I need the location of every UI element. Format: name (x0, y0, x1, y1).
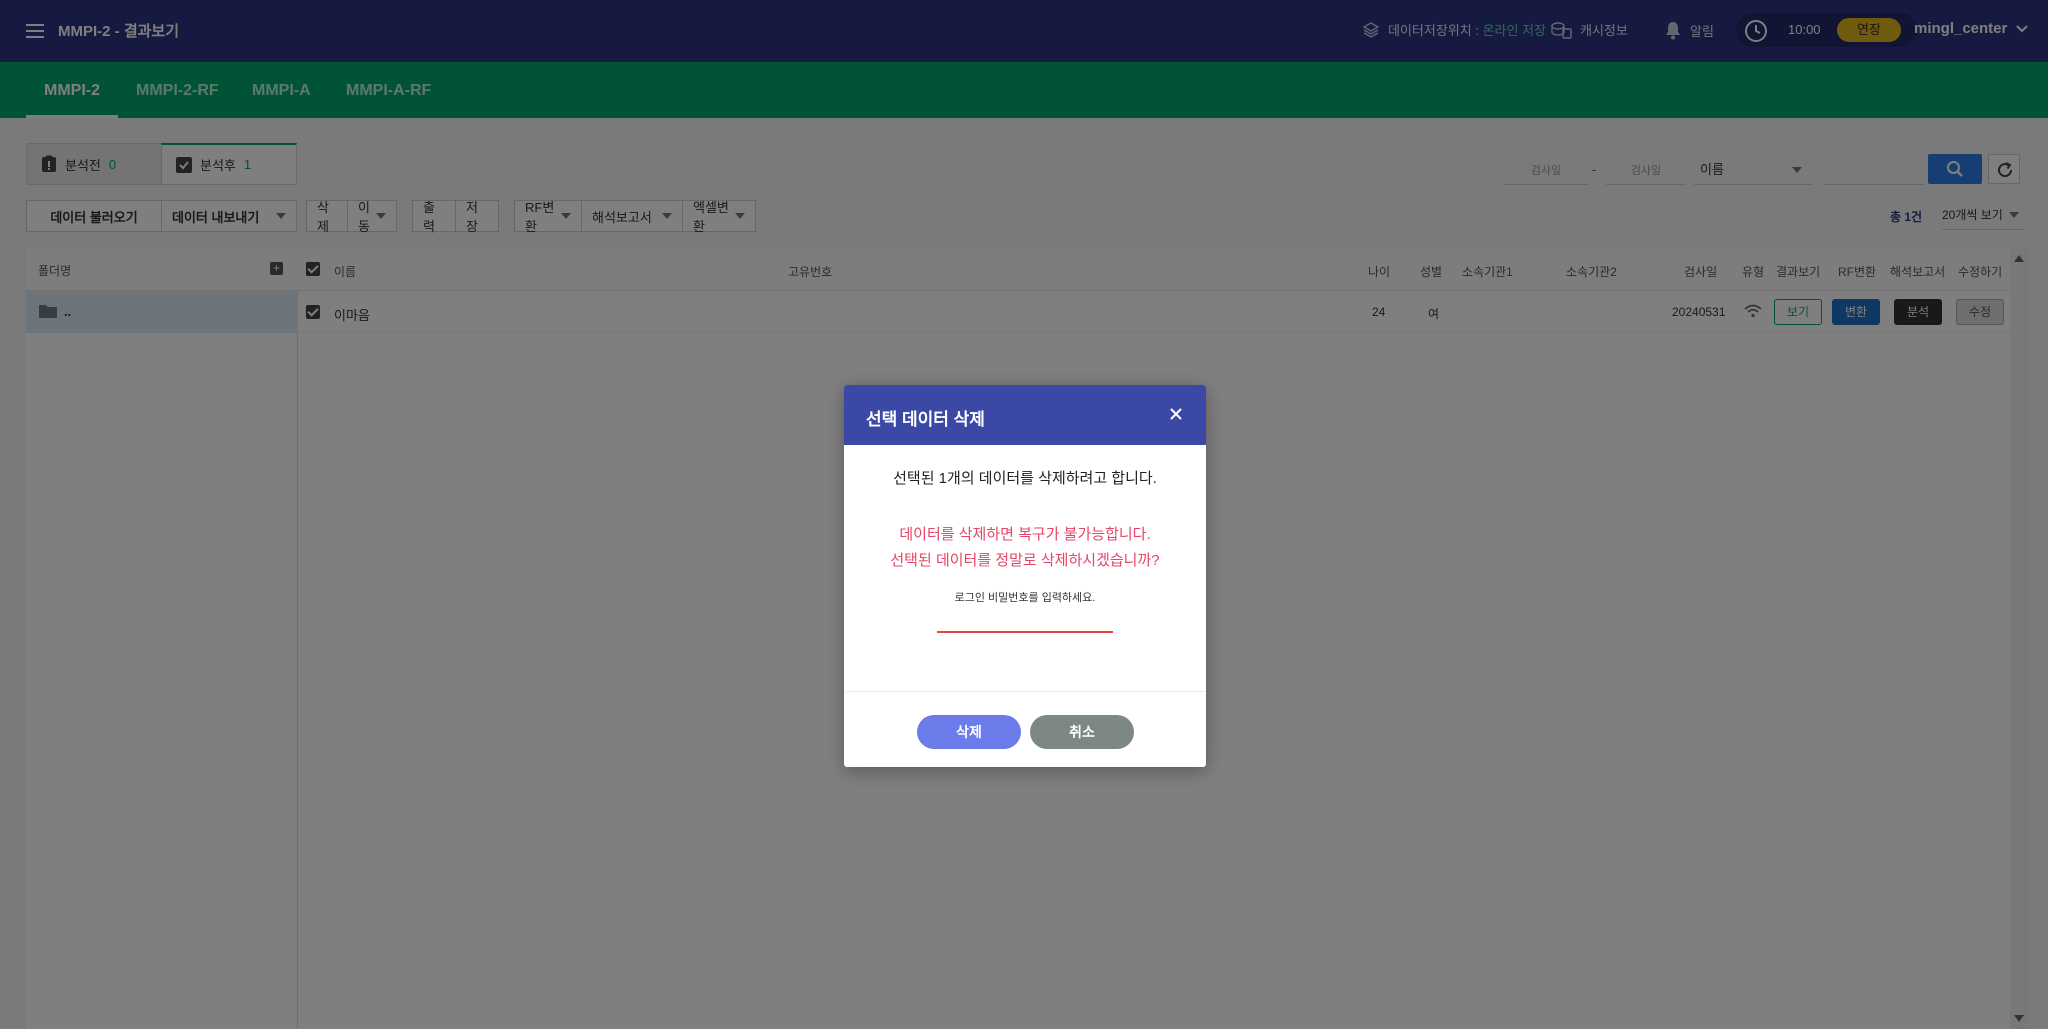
password-input[interactable] (937, 603, 1113, 633)
delete-confirm-dialog: 선택 데이터 삭제 선택된 1개의 데이터를 삭제하려고 합니다. 데이터를 삭… (844, 385, 1206, 767)
dialog-divider (844, 691, 1206, 692)
dialog-warning-line2: 선택된 데이터를 정말로 삭제하시겠습니까? (890, 552, 1160, 569)
dialog-header: 선택 데이터 삭제 (844, 385, 1206, 445)
cancel-button[interactable]: 취소 (1030, 715, 1134, 749)
dialog-warning-line1: 데이터를 삭제하면 복구가 불가능합니다. (899, 526, 1151, 543)
dialog-title: 선택 데이터 삭제 (866, 410, 985, 429)
confirm-delete-button[interactable]: 삭제 (917, 715, 1021, 749)
close-icon[interactable] (1164, 402, 1188, 426)
dialog-message: 선택된 1개의 데이터를 삭제하려고 합니다. (893, 470, 1157, 487)
